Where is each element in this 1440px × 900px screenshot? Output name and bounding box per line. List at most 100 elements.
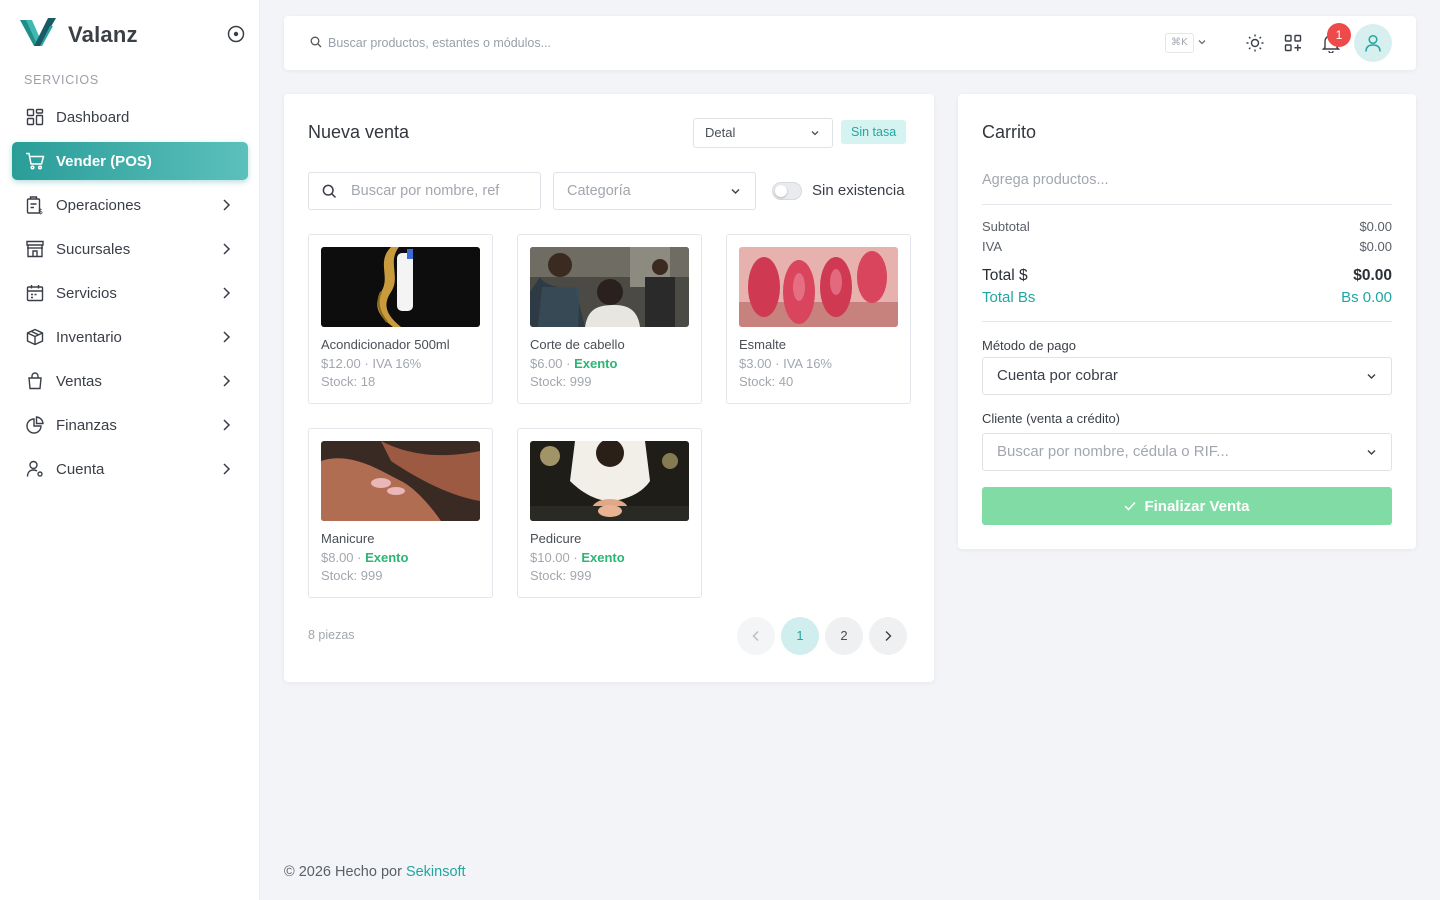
chevron-right-icon (223, 199, 231, 211)
avatar[interactable] (1354, 24, 1392, 62)
product-name: Corte de cabello (530, 337, 625, 352)
chevron-down-icon[interactable] (1197, 37, 1207, 47)
payment-method-value: Cuenta por cobrar (997, 367, 1118, 384)
operations-icon: $ (24, 194, 46, 216)
product-card[interactable]: Esmalte $3.00 · IVA 16% Stock: 40 (726, 234, 911, 404)
product-price: $3.00 · IVA 16% (739, 356, 832, 371)
cart-panel: Carrito Agrega productos... Subtotal $0.… (958, 94, 1416, 549)
theme-toggle-icon[interactable] (1244, 32, 1266, 54)
sidebar-item-label: Dashboard (56, 108, 130, 126)
product-card[interactable]: Corte de cabello $6.00 · Exento Stock: 9… (517, 234, 702, 404)
shopping-bag-icon (24, 370, 46, 392)
divider (982, 321, 1392, 322)
chevron-right-icon (223, 419, 231, 431)
product-image (321, 247, 480, 327)
product-price-value: $3.00 · (739, 356, 784, 371)
total-usd-value: $0.00 (1353, 267, 1392, 284)
toggle-knob (775, 185, 787, 197)
iva-value: $0.00 (1359, 239, 1392, 254)
page-button-1[interactable]: 1 (781, 617, 819, 655)
product-price-value: $12.00 · (321, 356, 373, 371)
product-stock: Stock: 999 (321, 568, 383, 583)
product-name: Acondicionador 500ml (321, 337, 450, 352)
product-tax: IVA 16% (783, 356, 832, 371)
subtotal-label: Subtotal (982, 219, 1030, 234)
sidebar-item-sucursales[interactable]: Sucursales (12, 230, 248, 268)
sidebar-item-servicios[interactable]: Servicios (12, 274, 248, 312)
finalize-sale-button[interactable]: Finalizar Venta (982, 487, 1392, 525)
sidebar-item-label: Operaciones (56, 196, 142, 214)
page-button-2[interactable]: 2 (825, 617, 863, 655)
product-stock: Stock: 999 (530, 374, 592, 389)
product-stock: Stock: 999 (530, 568, 592, 583)
category-select[interactable]: Categoría (553, 172, 756, 210)
product-price: $6.00 · Exento (530, 356, 617, 371)
brand[interactable]: Valanz (20, 16, 138, 53)
cart-empty-text: Agrega productos... (982, 172, 1109, 188)
dashboard-icon (24, 106, 46, 128)
iva-row: IVA $0.00 (982, 239, 1392, 254)
payment-method-select[interactable]: Cuenta por cobrar (982, 357, 1392, 395)
prev-page-button[interactable] (737, 617, 775, 655)
chevron-right-icon (223, 287, 231, 299)
sidebar-item-ventas[interactable]: Ventas (12, 362, 248, 400)
product-search (308, 172, 541, 210)
product-price-value: $8.00 · (321, 550, 366, 565)
client-label: Cliente (venta a crédito) (982, 411, 1121, 426)
product-stock: Stock: 40 (739, 374, 794, 389)
sidebar-item-cuenta[interactable]: Cuenta (12, 450, 248, 488)
sidebar-item-label: Inventario (56, 328, 122, 346)
product-image (530, 441, 689, 521)
chevron-right-icon (223, 243, 231, 255)
sidebar-item-finanzas[interactable]: Finanzas (12, 406, 248, 444)
total-bs-value: Bs 0.00 (1341, 289, 1392, 306)
chevron-down-icon (1367, 374, 1376, 379)
price-mode-select[interactable]: Detal (693, 118, 833, 148)
product-card[interactable]: Pedicure $10.00 · Exento Stock: 999 (517, 428, 702, 598)
global-search-input[interactable] (328, 32, 928, 54)
total-bs-row: Total Bs Bs 0.00 (982, 289, 1392, 306)
chevron-right-icon (223, 331, 231, 343)
stock-toggle-label: Sin existencia (812, 182, 905, 199)
client-select[interactable]: Buscar por nombre, cédula o RIF... (982, 433, 1392, 471)
stock-toggle[interactable] (772, 182, 802, 200)
chevron-right-icon (223, 375, 231, 387)
topbar: ⌘K 1 (284, 16, 1416, 70)
app-name: Valanz (68, 21, 138, 47)
product-image (530, 247, 689, 327)
chevron-right-icon (885, 631, 892, 641)
product-search-input[interactable] (351, 181, 531, 201)
price-mode-value: Detal (705, 125, 736, 140)
sidebar-item-pos[interactable]: Vender (POS) (12, 142, 248, 180)
new-sale-panel: Nueva venta Detal Sin tasa Categoría Sin… (284, 94, 934, 682)
finalize-sale-label: Finalizar Venta (1144, 497, 1250, 515)
sidebar-toggle-icon[interactable] (226, 24, 246, 44)
category-placeholder: Categoría (567, 183, 631, 199)
sidebar-item-label: Cuenta (56, 460, 105, 478)
product-card[interactable]: Manicure $8.00 · Exento Stock: 999 (308, 428, 493, 598)
sidebar-item-inventario[interactable]: Inventario (12, 318, 248, 356)
chevron-left-icon (752, 631, 759, 641)
chevron-down-icon (731, 189, 740, 194)
cart-title: Carrito (982, 122, 1037, 142)
iva-label: IVA (982, 239, 1002, 254)
svg-text:$: $ (38, 207, 43, 215)
notification-badge: 1 (1327, 23, 1351, 47)
next-page-button[interactable] (869, 617, 907, 655)
product-tax: Exento (581, 550, 625, 565)
apps-grid-icon[interactable] (1282, 32, 1304, 54)
chevron-down-icon (811, 131, 819, 136)
product-price: $10.00 · Exento (530, 550, 625, 565)
sidebar-item-dashboard[interactable]: Dashboard (12, 98, 248, 136)
store-icon (24, 238, 46, 260)
product-price-value: $10.00 · (530, 550, 582, 565)
sidebar-item-label: Sucursales (56, 240, 131, 258)
footer-company-link[interactable]: Sekinsoft (406, 864, 466, 880)
shortcut-hint: ⌘K (1165, 33, 1194, 53)
cart-icon (24, 150, 46, 172)
sidebar-nav: Dashboard Vender (POS) $ Operaciones Suc… (12, 98, 248, 494)
sidebar-item-operaciones[interactable]: $ Operaciones (12, 186, 248, 224)
search-icon (310, 36, 322, 48)
subtotal-value: $0.00 (1359, 219, 1392, 234)
product-card[interactable]: Acondicionador 500ml $12.00 · IVA 16% St… (308, 234, 493, 404)
